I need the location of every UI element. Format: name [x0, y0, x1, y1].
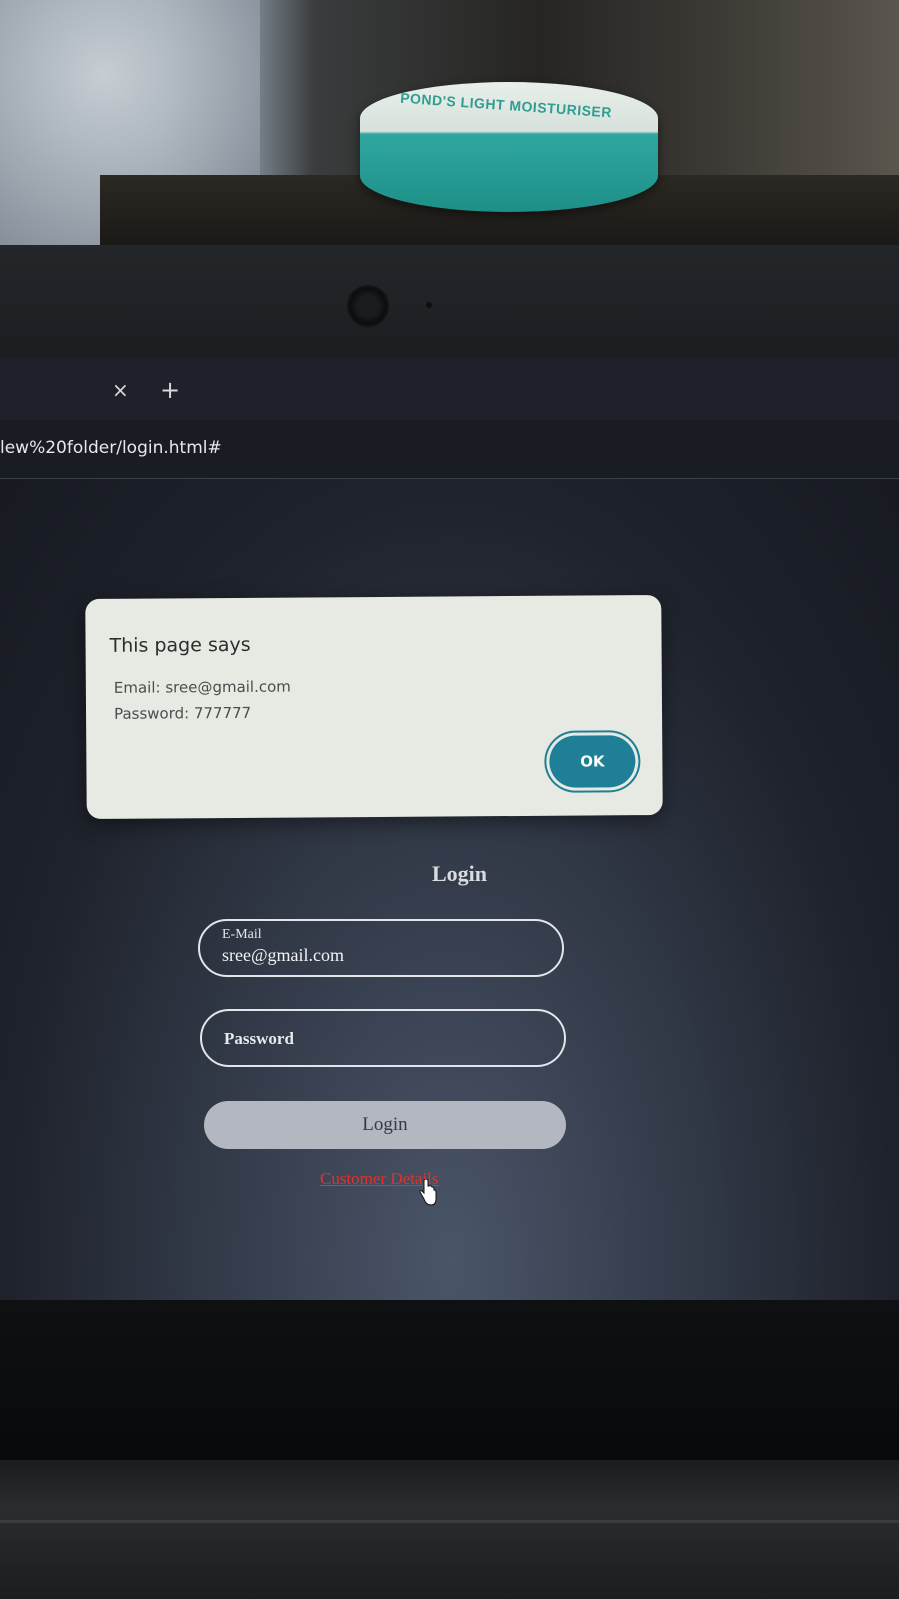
- close-tab-icon[interactable]: ×: [112, 380, 129, 400]
- password-placeholder: Password: [224, 1029, 294, 1048]
- browser-tab-bar: × +: [0, 358, 899, 420]
- photo-scene: POND'S LIGHT MOISTURISER × + lew%20folde…: [0, 0, 899, 1599]
- laptop-top-bezel: [0, 245, 899, 360]
- webcam-led: [426, 302, 432, 308]
- login-heading: Login: [431, 861, 488, 886]
- new-tab-icon[interactable]: +: [160, 378, 180, 402]
- email-field[interactable]: E-Mail sree@gmail.com: [198, 919, 564, 977]
- alert-dialog: This page says Email: sree@gmail.com Pas…: [85, 594, 663, 820]
- password-field[interactable]: Password: [200, 1009, 566, 1067]
- laptop-bottom-bezel: [0, 1300, 899, 1470]
- dialog-title: This page says: [109, 633, 251, 657]
- laptop-screen: × + lew%20folder/login.html# This page s…: [0, 358, 899, 1303]
- page-content: This page says Email: sree@gmail.com Pas…: [0, 479, 899, 1303]
- laptop-deck: [0, 1460, 899, 1599]
- address-bar[interactable]: lew%20folder/login.html#: [0, 420, 899, 479]
- hand-cursor-icon: [419, 1179, 437, 1206]
- url-text[interactable]: lew%20folder/login.html#: [0, 438, 222, 458]
- login-button[interactable]: Login: [204, 1101, 566, 1149]
- email-value[interactable]: sree@gmail.com: [222, 945, 344, 966]
- ok-button[interactable]: OK: [549, 735, 636, 788]
- email-label: E-Mail: [222, 927, 262, 942]
- dialog-password-line: Password: 777777: [113, 703, 252, 723]
- deck-edge: [0, 1520, 899, 1523]
- dialog-email-line: Email: sree@gmail.com: [113, 677, 291, 697]
- webcam-icon: [347, 285, 389, 327]
